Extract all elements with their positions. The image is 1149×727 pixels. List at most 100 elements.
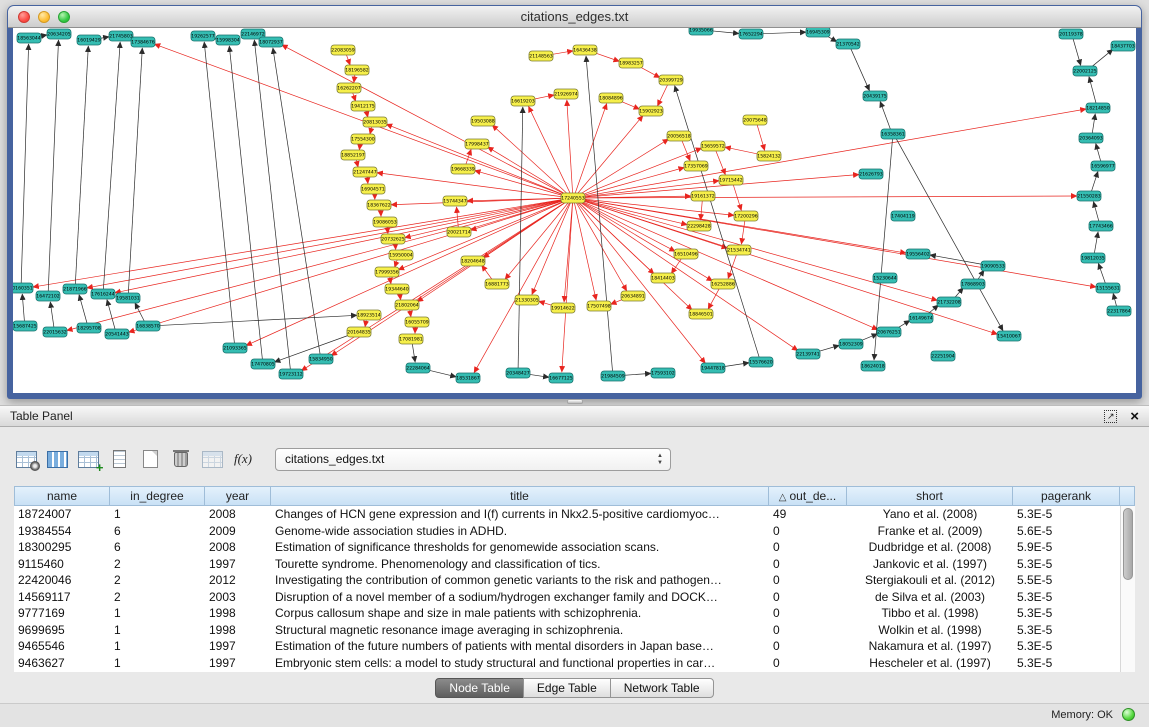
network-node[interactable]: 21626793 bbox=[859, 169, 883, 179]
network-node[interactable]: 17200296 bbox=[734, 211, 758, 221]
network-node[interactable]: 21534741 bbox=[727, 245, 751, 255]
delete-rows-icon[interactable] bbox=[169, 447, 193, 471]
network-edge[interactable] bbox=[1089, 77, 1096, 105]
network-edge[interactable] bbox=[532, 202, 571, 295]
network-node[interactable]: 16510496 bbox=[674, 249, 698, 259]
network-node[interactable]: 19262577 bbox=[191, 31, 215, 41]
network-node[interactable]: 20021714 bbox=[447, 227, 471, 237]
network-node[interactable]: 17404119 bbox=[891, 211, 915, 221]
network-node[interactable]: 18084896 bbox=[599, 93, 623, 103]
network-node[interactable]: 19344640 bbox=[385, 284, 409, 294]
network-node[interactable]: 22139741 bbox=[796, 349, 820, 359]
network-edge[interactable] bbox=[103, 42, 120, 290]
table-row[interactable]: 1872400712008Changes of HCN gene express… bbox=[14, 506, 1120, 523]
network-node[interactable]: 15824132 bbox=[757, 151, 781, 161]
network-node[interactable]: 19914622 bbox=[551, 303, 575, 313]
network-node[interactable]: 16677125 bbox=[549, 373, 573, 383]
network-edge[interactable] bbox=[153, 315, 357, 326]
network-node[interactable]: 18214850 bbox=[1086, 103, 1110, 113]
network-edge[interactable] bbox=[741, 220, 745, 244]
network-edge[interactable] bbox=[574, 202, 596, 300]
network-node[interactable]: 21330305 bbox=[515, 295, 539, 305]
network-node[interactable]: 17507498 bbox=[587, 301, 611, 311]
close-window-button[interactable] bbox=[18, 11, 30, 23]
network-node[interactable]: 20399729 bbox=[659, 75, 683, 85]
network-edge[interactable] bbox=[576, 201, 627, 290]
network-node[interactable]: 16019429 bbox=[77, 35, 101, 45]
network-node[interactable]: 16596977 bbox=[1091, 161, 1115, 171]
network-node[interactable]: 22015632 bbox=[43, 327, 67, 337]
close-panel-icon[interactable] bbox=[1130, 409, 1139, 424]
network-node[interactable]: 15998304 bbox=[216, 35, 240, 45]
network-edge[interactable] bbox=[79, 295, 87, 325]
network-node[interactable]: 17357069 bbox=[684, 161, 708, 171]
network-node[interactable]: 19161372 bbox=[691, 191, 715, 201]
network-node[interactable]: 18852197 bbox=[341, 150, 365, 160]
network-node[interactable]: 17240553 bbox=[561, 193, 585, 203]
network-node[interactable]: 18072937 bbox=[259, 37, 283, 47]
network-node[interactable]: 17384676 bbox=[131, 37, 155, 47]
network-edge[interactable] bbox=[75, 46, 88, 285]
network-node[interactable]: 21093365 bbox=[223, 343, 247, 353]
network-node[interactable]: 17868903 bbox=[961, 279, 985, 289]
network-node[interactable]: 17616244 bbox=[91, 289, 115, 299]
network-node[interactable]: 16472102 bbox=[36, 291, 60, 301]
column-header-out_degree[interactable]: △out_de... bbox=[769, 486, 847, 506]
network-node[interactable]: 16358361 bbox=[881, 129, 905, 139]
network-edge[interactable] bbox=[22, 294, 24, 322]
network-node[interactable]: 16838570 bbox=[136, 321, 160, 331]
network-edge[interactable] bbox=[562, 202, 573, 372]
network-node[interactable]: 22083059 bbox=[331, 45, 355, 55]
network-node[interactable]: 20056518 bbox=[667, 131, 691, 141]
network-node[interactable]: 20732625 bbox=[381, 234, 405, 244]
network-node[interactable]: 22251904 bbox=[931, 351, 955, 361]
network-node[interactable]: 18437703 bbox=[1111, 41, 1135, 51]
window-titlebar[interactable]: citations_edges.txt bbox=[8, 6, 1141, 28]
network-node[interactable]: 18846501 bbox=[689, 309, 713, 319]
network-node[interactable]: 20164835 bbox=[347, 327, 371, 337]
network-edge[interactable] bbox=[756, 32, 806, 34]
network-node[interactable]: 21370542 bbox=[836, 39, 860, 49]
network-node[interactable]: 19715442 bbox=[719, 175, 743, 185]
zoom-window-button[interactable] bbox=[58, 11, 70, 23]
network-edge[interactable] bbox=[567, 100, 573, 194]
network-edge[interactable] bbox=[135, 303, 145, 323]
network-node[interactable]: 16055709 bbox=[405, 317, 429, 327]
scrollbar-thumb[interactable] bbox=[1123, 508, 1133, 580]
table-row[interactable]: 2242004622012Investigating the contribut… bbox=[14, 572, 1120, 589]
network-node[interactable]: 18367622 bbox=[367, 200, 391, 210]
table-row[interactable]: 1456911722003Disruption of a novel membe… bbox=[14, 589, 1120, 606]
network-edge[interactable] bbox=[576, 115, 643, 195]
network-node[interactable]: 18414403 bbox=[651, 273, 675, 283]
network-node[interactable]: 18983257 bbox=[619, 58, 643, 68]
network-canvas-svg[interactable]: 1724055322083059181965821626220719412175… bbox=[13, 28, 1136, 393]
new-document-icon[interactable] bbox=[138, 447, 162, 471]
network-node[interactable]: 22284064 bbox=[406, 363, 430, 373]
network-node[interactable]: 17593102 bbox=[651, 368, 675, 378]
network-node[interactable]: 17998437 bbox=[465, 139, 489, 149]
network-edge[interactable] bbox=[578, 200, 878, 330]
network-node[interactable]: 18531867 bbox=[456, 373, 480, 383]
network-node[interactable]: 19447818 bbox=[701, 363, 725, 373]
tab-node-table[interactable]: Node Table bbox=[435, 678, 524, 698]
table-row[interactable]: 946362711997Embryonic stem cells: a mode… bbox=[14, 655, 1120, 672]
network-node[interactable]: 18204648 bbox=[461, 256, 485, 266]
network-node[interactable]: 19090533 bbox=[981, 261, 1005, 271]
network-node[interactable]: 15410067 bbox=[997, 331, 1021, 341]
network-edge[interactable] bbox=[21, 44, 28, 284]
network-node[interactable]: 15230644 bbox=[873, 273, 897, 283]
network-edge[interactable] bbox=[273, 48, 320, 355]
network-node[interactable]: 22002125 bbox=[1073, 66, 1097, 76]
network-node[interactable]: 19086053 bbox=[373, 217, 397, 227]
network-node[interactable]: 15155631 bbox=[1096, 283, 1120, 293]
network-node[interactable]: 20160351 bbox=[13, 283, 33, 293]
network-node[interactable]: 17743466 bbox=[1089, 221, 1113, 231]
network-node[interactable]: 16619203 bbox=[511, 96, 535, 106]
network-node[interactable]: 20439175 bbox=[863, 91, 887, 101]
network-edge[interactable] bbox=[128, 199, 568, 332]
network-node[interactable]: 17999356 bbox=[375, 267, 399, 277]
table-row[interactable]: 969969511998Structural magnetic resonanc… bbox=[14, 622, 1120, 639]
network-edge[interactable] bbox=[578, 168, 685, 197]
edit-table-icon[interactable] bbox=[76, 447, 100, 471]
column-selector-icon[interactable] bbox=[45, 447, 69, 471]
